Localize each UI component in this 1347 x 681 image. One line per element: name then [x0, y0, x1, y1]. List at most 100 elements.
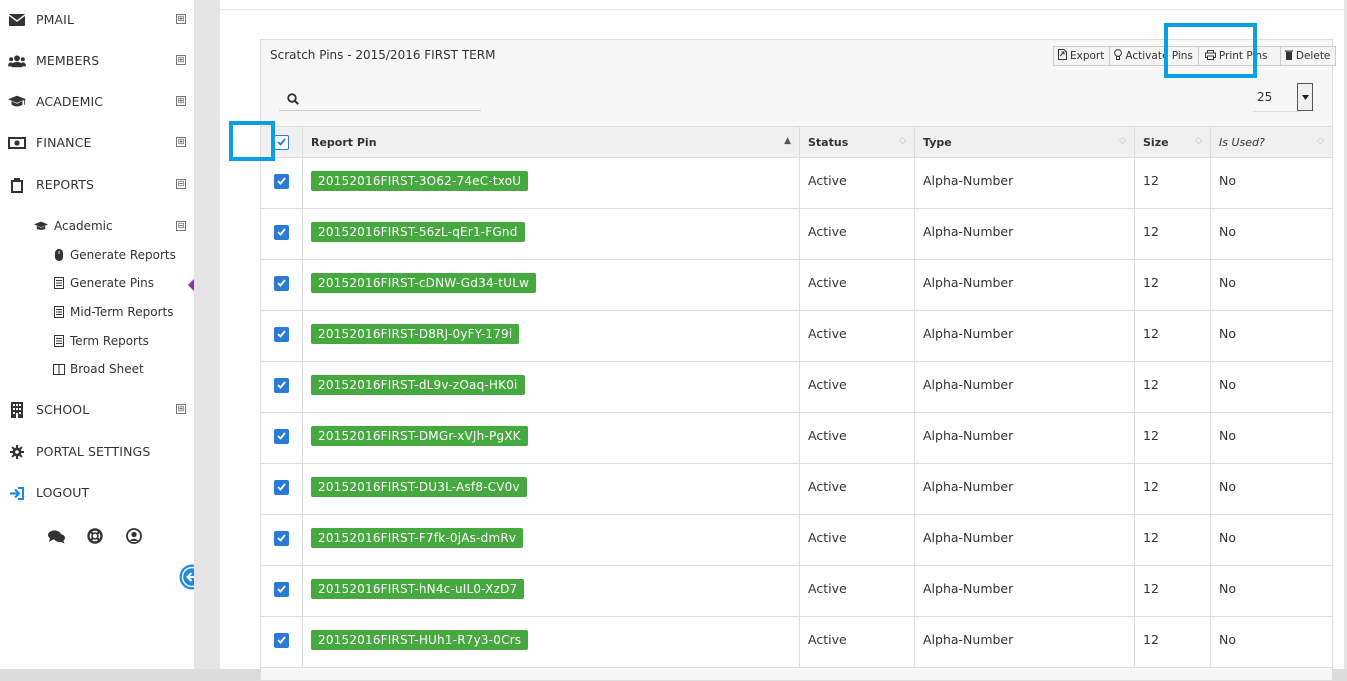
row-checkbox[interactable]: [274, 428, 289, 444]
mouse-icon: [52, 248, 66, 262]
column-header-label: Is Used?: [1219, 135, 1265, 149]
pin-cell: 20152016FIRST-56zL-qEr1-FGnd: [302, 208, 800, 260]
collapse-icon[interactable]: ⊟: [176, 179, 186, 189]
column-header-is-used[interactable]: Is Used? ◇: [1210, 126, 1333, 158]
sidebar-subitem-broad-sheet[interactable]: Broad Sheet: [0, 359, 194, 381]
table-row[interactable]: 20152016FIRST-56zL-qEr1-FGnd Active Alpha-…: [260, 208, 1333, 260]
column-header-report-pin[interactable]: Report Pin ▲: [302, 126, 800, 158]
is-used-cell: No: [1210, 157, 1333, 209]
sidebar-subitem-generate-reports[interactable]: Generate Reports: [0, 245, 194, 267]
status-cell: Active: [799, 157, 915, 209]
sidebar-item-logout[interactable]: LOGOUT: [0, 481, 194, 505]
row-checkbox[interactable]: [274, 275, 289, 291]
sidebar-subitem-term-reports[interactable]: Term Reports: [0, 331, 194, 353]
select-all-checkbox[interactable]: [274, 134, 289, 150]
page-size-select[interactable]: 25: [1253, 83, 1313, 112]
sort-icon: ◇: [1119, 136, 1126, 146]
list-icon: [52, 334, 66, 348]
column-header-type[interactable]: Type ◇: [914, 126, 1135, 158]
column-header-size[interactable]: Size ◇: [1134, 126, 1211, 158]
sidebar-subgroup-academic[interactable]: Academic ⊟: [0, 216, 194, 238]
table-row[interactable]: 20152016FIRST-DU3L-Asf8-CV0v Active Alpha-…: [260, 463, 1333, 515]
sidebar-item-pmail[interactable]: PMAIL ⊞: [0, 8, 194, 32]
user-circle-icon[interactable]: [126, 528, 142, 548]
row-select-cell: [260, 463, 303, 515]
row-checkbox[interactable]: [274, 530, 289, 546]
is-used-cell: No: [1210, 565, 1333, 617]
type-cell: Alpha-Number: [914, 310, 1135, 362]
row-checkbox[interactable]: [274, 224, 289, 240]
pin-badge: 20152016FIRST-DU3L-Asf8-CV0v: [311, 477, 527, 497]
sidebar-item-finance[interactable]: FINANCE ⊞: [0, 131, 194, 155]
sidebar-item-portal-settings[interactable]: PORTAL SETTINGS: [0, 440, 194, 464]
status-cell: Active: [799, 361, 915, 413]
pins-table: Report Pin ▲ Status ◇ Type ◇ Size ◇ Is Used?…: [260, 126, 1333, 668]
sidebar-item-members[interactable]: MEMBERS ⊞: [0, 49, 194, 73]
sidebar-item-academic[interactable]: ACADEMIC ⊞: [0, 90, 194, 114]
table-row[interactable]: 20152016FIRST-dL9v-zOaq-HK0i Active Alpha-…: [260, 361, 1333, 413]
type-cell: Alpha-Number: [914, 565, 1135, 617]
row-select-cell: [260, 208, 303, 260]
status-cell: Active: [799, 259, 915, 311]
is-used-cell: No: [1210, 463, 1333, 515]
sidebar-subitem-generate-pins[interactable]: Generate Pins: [0, 273, 194, 295]
pin-badge: 20152016FIRST-dL9v-zOaq-HK0i: [311, 375, 525, 395]
chat-icon[interactable]: [48, 529, 65, 548]
row-checkbox[interactable]: [274, 326, 289, 342]
pin-cell: 20152016FIRST-D8RJ-0yFY-179i: [302, 310, 800, 362]
pin-badge: 20152016FIRST-hN4c-uIL0-XzD7: [311, 579, 525, 599]
expand-icon[interactable]: ⊞: [176, 137, 186, 147]
status-cell: Active: [799, 208, 915, 260]
column-header-label: Type: [923, 135, 952, 149]
search-input[interactable]: [303, 86, 479, 108]
panel-title: Scratch Pins - 2015/2016 FIRST TERM: [270, 48, 496, 62]
type-cell: Alpha-Number: [914, 361, 1135, 413]
is-used-cell: No: [1210, 514, 1333, 566]
table-row[interactable]: 20152016FIRST-HUh1-R7y3-0Crs Active Alpha-…: [260, 616, 1333, 668]
export-button[interactable]: Export: [1053, 46, 1111, 66]
printer-icon: [1204, 49, 1216, 63]
table-row[interactable]: 20152016FIRST-cDNW-Gd34-tULw Active Alpha-…: [260, 259, 1333, 311]
activate-pins-button[interactable]: Activate Pins: [1109, 46, 1199, 66]
expand-icon[interactable]: ⊞: [176, 55, 186, 65]
delete-button[interactable]: Delete: [1279, 46, 1337, 66]
row-checkbox[interactable]: [274, 377, 289, 393]
print-pins-button[interactable]: Print Pins: [1197, 46, 1281, 66]
sidebar-item-label: MEMBERS: [36, 53, 100, 68]
table-row[interactable]: 20152016FIRST-3O62-74eC-txoU Active Alpha-…: [260, 157, 1333, 209]
expand-icon[interactable]: ⊞: [176, 14, 186, 24]
size-cell: 12: [1134, 463, 1211, 515]
pin-badge: 20152016FIRST-3O62-74eC-txoU: [311, 171, 529, 191]
column-header-status[interactable]: Status ◇: [799, 126, 915, 158]
row-checkbox[interactable]: [274, 479, 289, 495]
sidebar-item-school[interactable]: SCHOOL ⊞: [0, 398, 194, 422]
row-checkbox[interactable]: [274, 581, 289, 597]
type-cell: Alpha-Number: [914, 463, 1135, 515]
table-row[interactable]: 20152016FIRST-hN4c-uIL0-XzD7 Active Alpha-…: [260, 565, 1333, 617]
lifebuoy-icon[interactable]: [87, 528, 103, 548]
sidebar-item-reports[interactable]: REPORTS ⊟: [0, 173, 194, 197]
collapse-icon[interactable]: ⊟: [176, 221, 186, 231]
pin-badge: 20152016FIRST-56zL-qEr1-FGnd: [311, 222, 525, 242]
expand-icon[interactable]: ⊞: [176, 404, 186, 414]
is-used-cell: No: [1210, 208, 1333, 260]
main-content: Scratch Pins - 2015/2016 FIRST TERM Expo…: [194, 0, 1347, 681]
pin-badge: 20152016FIRST-F7fk-0jAs-dmRv: [311, 528, 524, 548]
expand-icon[interactable]: ⊞: [176, 96, 186, 106]
export-label: Export: [1070, 50, 1105, 62]
table-row[interactable]: 20152016FIRST-F7fk-0jAs-dmRv Active Alpha-…: [260, 514, 1333, 566]
table-row[interactable]: 20152016FIRST-D8RJ-0yFY-179i Active Alpha-…: [260, 310, 1333, 362]
row-checkbox[interactable]: [274, 632, 289, 648]
sidebar-subitem-mid-term-reports[interactable]: Mid-Term Reports: [0, 302, 194, 324]
row-checkbox[interactable]: [274, 173, 289, 189]
chevron-down-icon[interactable]: [1297, 83, 1313, 111]
table-row[interactable]: 20152016FIRST-DMGr-xVJh-PgXK Active Alpha-…: [260, 412, 1333, 464]
row-select-cell: [260, 412, 303, 464]
sidebar-item-label: SCHOOL: [36, 402, 90, 417]
status-cell: Active: [799, 514, 915, 566]
type-cell: Alpha-Number: [914, 208, 1135, 260]
is-used-cell: No: [1210, 259, 1333, 311]
sidebar-item-label: PORTAL SETTINGS: [36, 444, 151, 459]
delete-label: Delete: [1295, 50, 1331, 62]
size-cell: 12: [1134, 565, 1211, 617]
